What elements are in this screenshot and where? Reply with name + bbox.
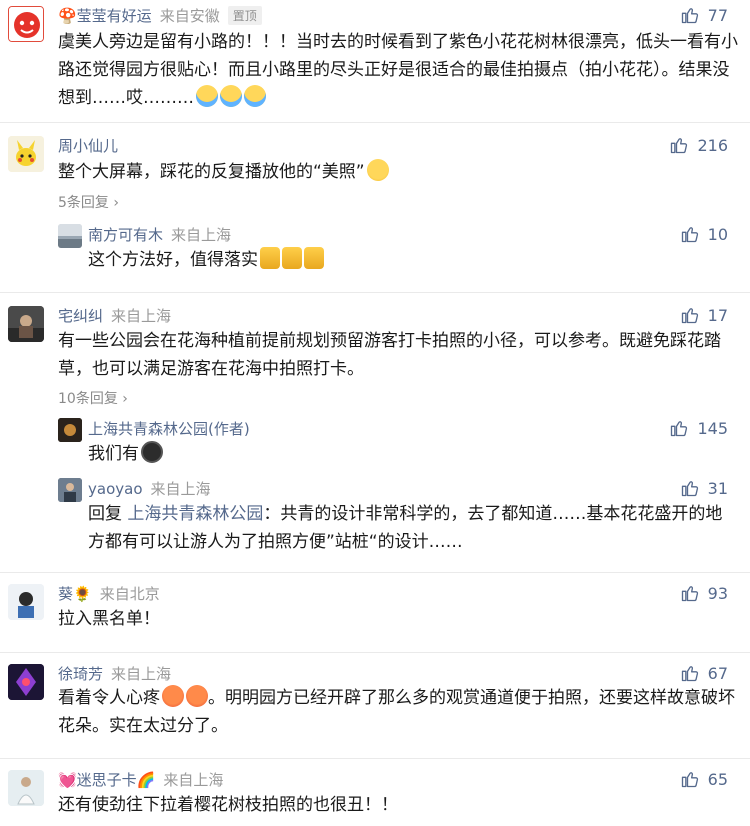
like-button[interactable]: 67 [680,663,728,683]
location: 来自北京 [99,585,160,603]
divider [0,758,750,759]
thumbs-up-icon [680,769,700,789]
devil-face-icon [141,441,163,463]
username[interactable]: 南方可有木 [88,226,163,244]
comment-header: 💓迷思子卡🌈 来自上海 [58,769,223,790]
location: 来自上海 [163,771,224,789]
comment-text: 虞美人旁边是留有小路的！！！当时去的时候看到了紫色小花花树林很漂亮，低头一看有小… [58,32,738,108]
angry-face-icon [162,685,184,707]
comment-text: 整个大屏幕，踩花的反复播放他的“美照” [58,158,738,186]
like-count: 10 [707,224,728,244]
like-button[interactable]: 216 [669,135,728,155]
comment-text: 拉入黑名单！ [58,609,160,629]
divider [0,652,750,653]
reply-header: yaoyao 来自上海 [88,478,211,499]
like-count: 65 [707,769,728,789]
reply-text: 这个方法好，值得落实 [88,246,728,274]
comment-header: 徐琦芳 来自上海 [58,663,171,684]
avatar-mecha-icon [8,664,44,700]
avatar[interactable] [8,136,44,172]
smirk-face-icon [366,159,389,181]
avatar-park-logo-icon [58,418,82,442]
crying-face-icon [196,85,218,107]
replies-link[interactable]: 5条回复 › [58,192,119,212]
like-count: 17 [707,305,728,325]
like-count: 31 [707,478,728,498]
avatar[interactable] [8,584,44,620]
thumbs-up-icon [680,478,700,498]
thumbs-up-icon [680,224,700,244]
comment-header: 宅纠纠 来自上海 [58,305,171,326]
avatar[interactable] [8,306,44,342]
like-button[interactable]: 17 [680,305,728,325]
avatar[interactable] [8,664,44,700]
comment-text: 看着令人心疼 。明明园方已经开辟了那么多的观赏通道便于拍照，还要这样故意破坏花朵。… [58,684,738,740]
thumbs-up-icon [669,135,689,155]
mention-link[interactable]: 上海共青森林公园 [127,504,263,524]
crying-face-icon [220,85,242,107]
username[interactable]: yaoyao [88,480,143,498]
avatar[interactable] [58,224,82,248]
avatar-pikachu-icon [8,136,44,172]
reply-header: 上海共青森林公园(作者) [88,418,250,439]
comment-text: 还有使劲往下拉着樱花树枝拍照的也很丑！！ [58,795,398,815]
thumbs-up-icon [304,247,324,269]
thumbs-up-icon [680,305,700,325]
location: 来自上海 [150,480,211,498]
location: 来自上海 [111,307,172,325]
like-button[interactable]: 10 [680,224,728,244]
divider [0,292,750,293]
avatar-photo-icon [58,478,82,502]
reply-text: 我们有 [88,440,728,468]
like-button[interactable]: 31 [680,478,728,498]
thumbs-up-icon [680,583,700,603]
thumbs-up-icon [680,5,700,25]
divider [0,122,750,123]
username[interactable]: 徐琦芳 [58,665,103,683]
thumbs-up-icon [282,247,302,269]
crying-face-icon [244,85,266,107]
like-button[interactable]: 77 [680,5,728,25]
username[interactable]: 葵🌻 [58,585,92,603]
avatar[interactable] [58,478,82,502]
avatar[interactable] [8,6,44,42]
location: 来自上海 [171,226,232,244]
avatar-mushroom-icon [9,7,43,41]
replies-link[interactable]: 10条回复 › [58,388,128,408]
angry-face-icon [186,685,208,707]
avatar-landscape-icon [58,224,82,248]
avatar-photo-icon [8,770,44,806]
comment-text: 有一些公园会在花海种植前提前规划预留游客打卡拍照的小径，可以参考。既避免踩花踏草… [58,331,721,379]
thumbs-up-icon [680,663,700,683]
avatar[interactable] [8,770,44,806]
like-count: 216 [697,135,728,155]
username[interactable]: 宅纠纠 [58,307,103,325]
reply-header: 南方可有木 来自上海 [88,224,231,245]
avatar-cartoon-icon [8,584,44,620]
username[interactable]: 💓迷思子卡🌈 [58,771,155,789]
thumbs-up-icon [669,418,689,438]
avatar[interactable] [58,418,82,442]
location: 来自上海 [111,665,172,683]
like-count: 67 [707,663,728,683]
pinned-badge: 置顶 [227,6,262,25]
username[interactable]: 上海共青森林公园(作者) [88,420,250,438]
comment-header: 葵🌻 来自北京 [58,583,160,604]
thumbs-up-icon [260,247,280,269]
like-button[interactable]: 65 [680,769,728,789]
comment-header: 🍄莹莹有好运 来自安徽 置顶 [58,5,262,26]
divider [0,572,750,573]
like-count: 77 [707,5,728,25]
comment-header: 周小仙儿 [58,135,118,156]
like-count: 145 [697,418,728,438]
location: 来自安徽 [159,7,220,25]
avatar-photo-icon [8,306,44,342]
reply-text: 回复 上海共青森林公园：共青的设计非常科学的，去了都知道……基本花花盛开的地方都… [88,504,723,552]
like-button[interactable]: 145 [669,418,728,438]
username[interactable]: 周小仙儿 [58,137,118,155]
username[interactable]: 🍄莹莹有好运 [58,7,152,25]
like-button[interactable]: 93 [680,583,728,603]
like-count: 93 [707,583,728,603]
